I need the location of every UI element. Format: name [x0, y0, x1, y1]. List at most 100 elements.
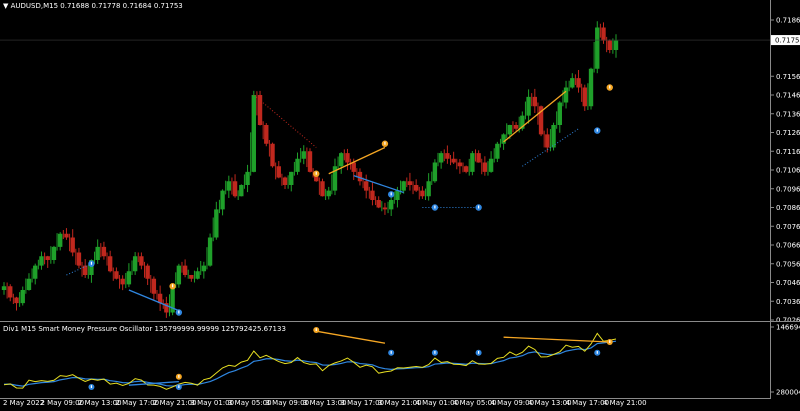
candle-body	[39, 256, 44, 266]
candle-body	[351, 162, 356, 172]
candle-body	[588, 68, 594, 107]
divergence-marker-glyph	[596, 128, 598, 132]
oscillator-marker-glyph	[434, 351, 436, 354]
candle-body	[582, 87, 587, 107]
candle-body	[382, 207, 388, 210]
price-label: 0.70460	[776, 279, 800, 287]
candle-body	[58, 233, 63, 247]
candle-body	[64, 233, 69, 238]
candle-body	[114, 271, 119, 279]
oscillator-header: Div1 M15 Smart Money Pressure Oscillator…	[3, 325, 286, 333]
oscillator-chart[interactable]: 146694999 280004999	[0, 322, 800, 398]
divergence-marker-glyph	[609, 85, 611, 89]
candle-body	[8, 286, 13, 298]
candle-body	[457, 162, 463, 167]
oscillator-signal-line	[3, 340, 617, 387]
price-label: 0.71160	[776, 148, 800, 156]
candle-body	[595, 27, 600, 69]
candle-body	[607, 40, 612, 50]
candle-body	[20, 290, 25, 304]
oscillator-marker-glyph	[90, 385, 93, 388]
candle-body	[132, 256, 138, 272]
candle-body	[276, 166, 281, 178]
candle-body	[26, 278, 32, 290]
candle-body	[282, 177, 288, 185]
candle-body	[601, 27, 606, 41]
candle-body	[495, 143, 500, 159]
candle-body	[364, 181, 369, 191]
candle-body	[245, 171, 250, 185]
candle-body	[370, 190, 375, 200]
candle-body	[76, 252, 82, 266]
time-label: 4 May 21:00	[603, 399, 647, 407]
price-label: 0.71860	[776, 17, 800, 25]
candle-body	[126, 271, 132, 285]
candlestick-series	[1, 21, 619, 318]
divergence-marker-glyph	[172, 284, 174, 288]
candle-body	[1, 286, 7, 290]
ohlc-values: 0.71688 0.71778 0.71684 0.71753	[60, 2, 183, 10]
price-chart[interactable]: 0.71860 0.71753 0.71560 0.71460 0.71360 0.712…	[0, 0, 800, 322]
price-label-current: 0.71753	[775, 37, 800, 45]
price-label: 0.71360	[776, 110, 800, 118]
candle-body	[189, 275, 194, 279]
price-label: 0.70660	[776, 242, 800, 250]
candle-body	[101, 246, 107, 257]
candle-body	[320, 181, 325, 197]
oscillator-axis: 146694999 280004999	[770, 324, 800, 397]
candle-body	[482, 162, 488, 172]
candle-body	[14, 297, 19, 304]
candle-body	[264, 125, 269, 144]
oscillator-marker-glyph	[609, 340, 611, 343]
candle-body	[139, 256, 144, 266]
candle-body	[33, 265, 38, 279]
time-label: 2 May 2022	[3, 399, 45, 407]
divergence-marker-glyph	[390, 192, 392, 196]
candle-body	[395, 190, 400, 200]
candle-body	[376, 200, 381, 208]
price-label: 0.70860	[776, 204, 800, 212]
triangle-down-icon[interactable]: ▼	[3, 2, 8, 10]
candle-body	[289, 171, 294, 185]
candle-body	[45, 256, 50, 260]
candle-body	[201, 265, 207, 272]
candle-body	[532, 96, 538, 107]
candle-body	[239, 185, 244, 197]
oscillator-marker-glyph	[390, 351, 392, 354]
oscillator-title: Div1 M15 Smart Money Pressure Oscillator…	[3, 325, 286, 333]
candle-body	[401, 181, 406, 191]
oscillator-divergence-overlays	[88, 327, 613, 390]
candle-body	[476, 153, 481, 163]
candle-body	[226, 181, 232, 191]
candle-body	[488, 158, 494, 172]
divergence-marker-glyph	[434, 205, 436, 209]
candle-body	[326, 190, 331, 197]
oscillator-marker-glyph	[478, 351, 480, 354]
candle-body	[420, 190, 425, 197]
candle-body	[451, 158, 456, 163]
oscillator-marker-glyph	[178, 375, 180, 378]
candle-body	[195, 271, 200, 279]
candle-body	[463, 166, 469, 172]
price-label: 0.71060	[776, 167, 800, 175]
candle-body	[214, 209, 219, 238]
oscillator-lines	[3, 332, 617, 390]
candle-body	[407, 181, 413, 185]
candle-body	[513, 125, 519, 129]
divergence-marker-glyph	[384, 141, 386, 145]
candle-body	[301, 151, 306, 159]
candle-body	[388, 200, 394, 210]
candle-body	[270, 143, 275, 167]
price-label: 0.70360	[776, 298, 800, 306]
candle-body	[339, 153, 344, 167]
price-label: 0.70560	[776, 260, 800, 268]
divergence-marker-glyph	[478, 205, 480, 209]
candle-body	[307, 151, 313, 172]
candle-body	[563, 87, 569, 103]
candle-body	[120, 278, 125, 285]
candle-body	[526, 96, 531, 116]
price-label: 0.70960	[776, 185, 800, 193]
candle-body	[95, 246, 100, 260]
price-label: 0.70760	[776, 223, 800, 231]
candle-body	[432, 162, 438, 182]
